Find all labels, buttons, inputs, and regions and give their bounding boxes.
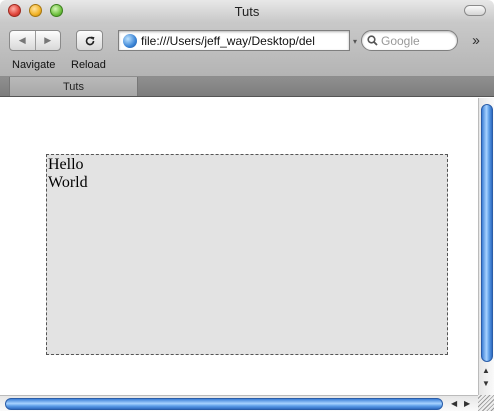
navigate-label: Navigate — [12, 59, 56, 71]
resize-handle[interactable] — [478, 395, 494, 411]
toolbar: ◀ ▶ Navigate Reload file:///Users/jeff_w… — [0, 22, 494, 77]
dashed-box: Hello World — [46, 154, 448, 355]
toolbar-toggle-button[interactable] — [464, 5, 486, 16]
horizontal-scrollbar[interactable]: ◀ ▶ — [0, 395, 478, 411]
vertical-scrollbar[interactable]: ▲ ▼ — [478, 98, 494, 395]
search-field[interactable]: Google — [361, 30, 458, 51]
left-triangle-icon: ◀ — [18, 35, 26, 45]
search-icon — [367, 35, 378, 46]
tab-tuts[interactable]: Tuts — [9, 77, 138, 96]
scroll-left-icon[interactable]: ◀ — [451, 399, 457, 408]
page-text-line: Hello — [48, 156, 84, 173]
right-triangle-icon: ▶ — [44, 35, 52, 45]
forward-button[interactable]: ▶ — [34, 31, 61, 50]
window-title: Tuts — [234, 4, 260, 19]
navigate-buttons: ◀ ▶ — [9, 30, 61, 51]
page-content: Hello World — [0, 98, 478, 395]
back-button[interactable]: ◀ — [10, 31, 35, 50]
scroll-up-icon[interactable]: ▲ — [482, 366, 490, 375]
overflow-chevron-icon[interactable]: ›› — [472, 32, 480, 49]
search-placeholder: Google — [381, 33, 420, 48]
scroll-right-icon[interactable]: ▶ — [464, 399, 470, 408]
address-dropdown-icon[interactable]: ▾ — [353, 37, 357, 46]
address-url: file:///Users/jeff_way/Desktop/del — [141, 33, 315, 48]
globe-icon — [123, 33, 137, 48]
reload-icon — [85, 36, 94, 45]
vertical-scroll-thumb[interactable] — [481, 104, 493, 362]
reload-button[interactable] — [76, 30, 103, 51]
scroll-down-icon[interactable]: ▼ — [482, 379, 490, 388]
address-bar[interactable]: file:///Users/jeff_way/Desktop/del — [118, 30, 350, 51]
tab-bar: Tuts — [0, 77, 494, 97]
window-titlebar: Tuts — [0, 0, 494, 22]
page-text-line: World — [48, 174, 88, 191]
reload-label: Reload — [71, 59, 106, 71]
horizontal-scroll-thumb[interactable] — [5, 398, 443, 410]
